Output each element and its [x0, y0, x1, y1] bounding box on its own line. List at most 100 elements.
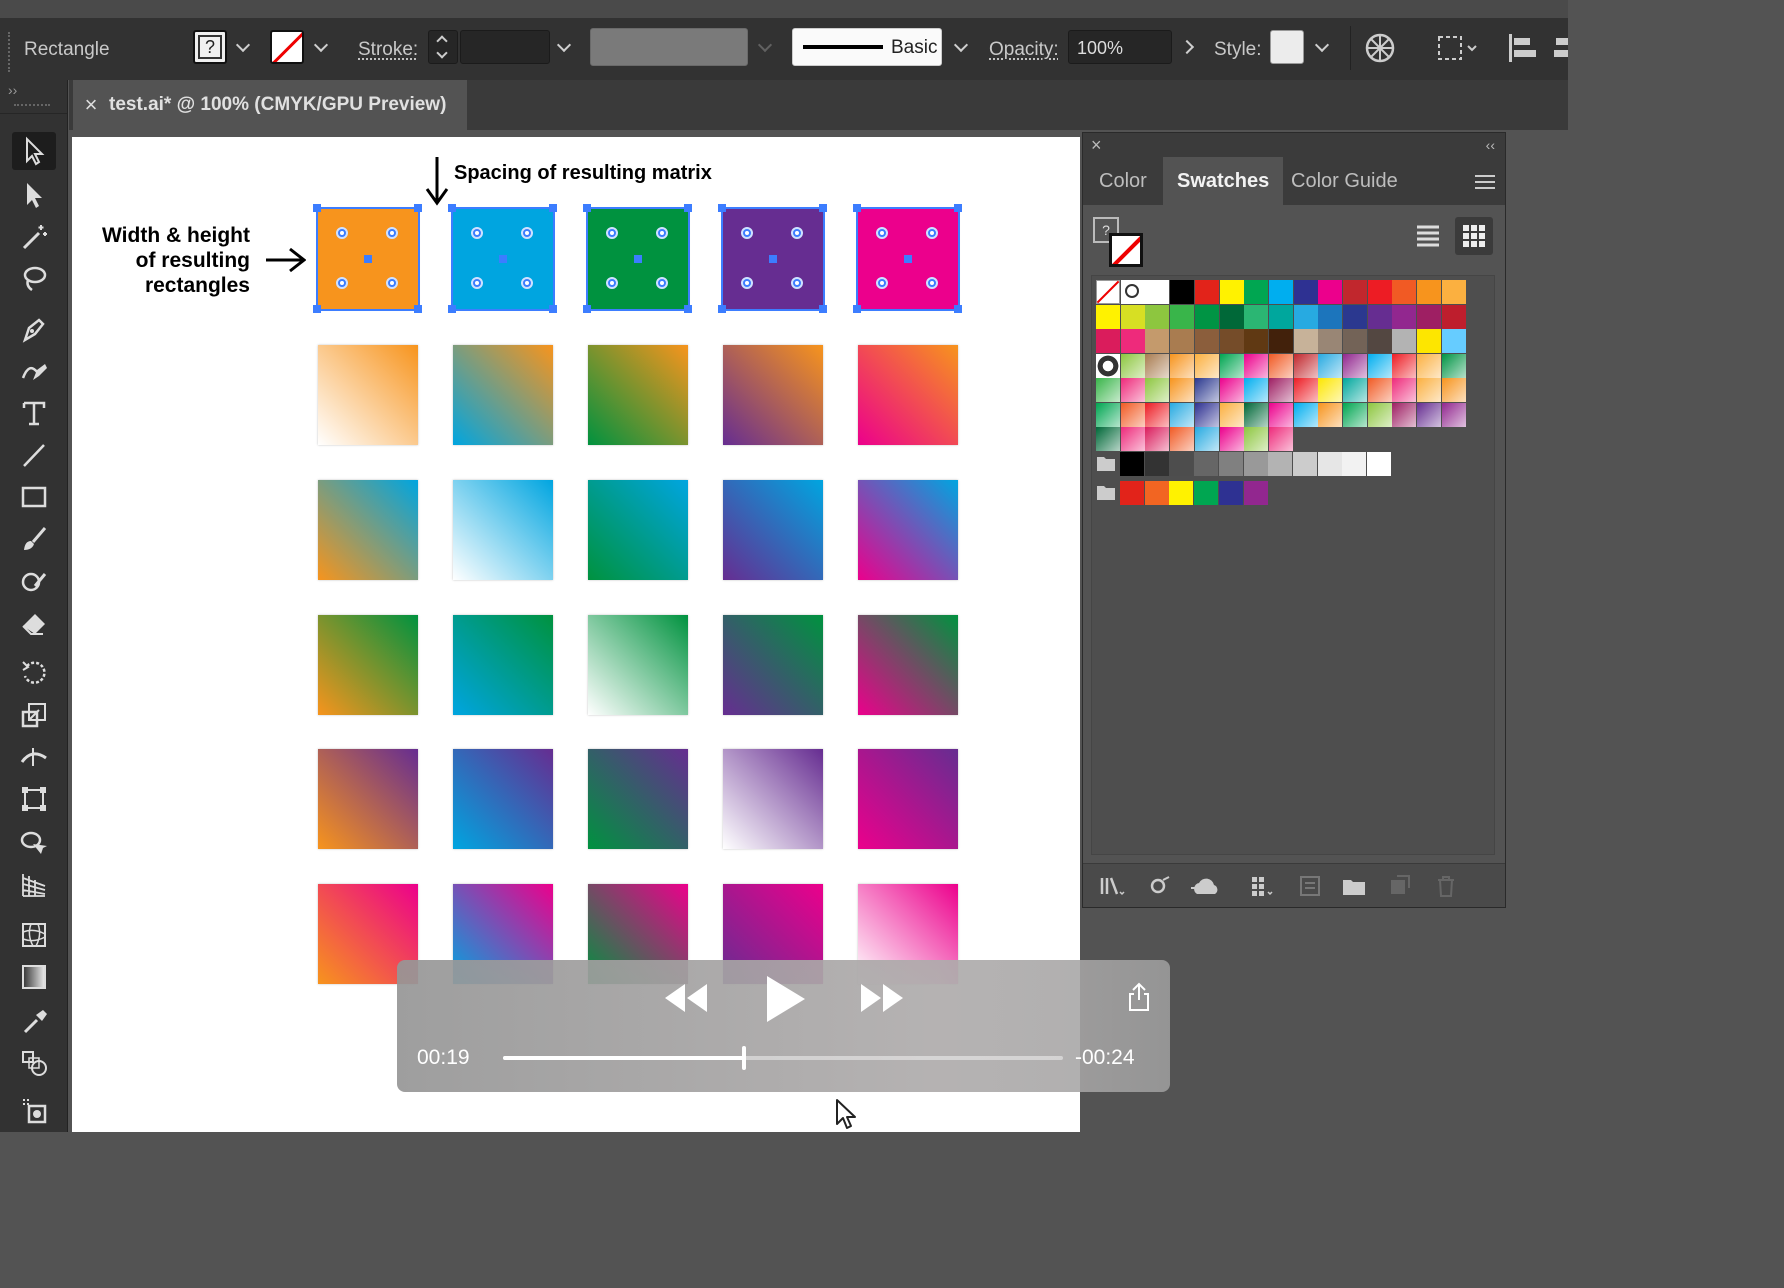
- swatch[interactable]: [1441, 378, 1466, 402]
- swatch[interactable]: [1145, 402, 1170, 427]
- swatch[interactable]: [1417, 280, 1442, 304]
- swatch[interactable]: [1268, 427, 1293, 451]
- transform-bounding-icon[interactable]: [1436, 32, 1480, 64]
- swatch-libraries-icon[interactable]: [1099, 874, 1125, 898]
- swatch[interactable]: [1244, 280, 1269, 304]
- mesh-tool[interactable]: [12, 916, 56, 954]
- rotate-tool[interactable]: [12, 654, 56, 692]
- swatch[interactable]: [1268, 452, 1293, 476]
- gradient-rectangle[interactable]: [588, 480, 688, 580]
- swatch[interactable]: [1318, 280, 1343, 304]
- gradient-rectangle[interactable]: [858, 749, 958, 849]
- swatch[interactable]: [1244, 353, 1269, 378]
- corner-widget[interactable]: [471, 277, 483, 289]
- swatch[interactable]: [1244, 427, 1269, 451]
- corner-widget[interactable]: [336, 277, 348, 289]
- scrubber-handle[interactable]: [741, 1046, 746, 1070]
- swatch[interactable]: [1096, 329, 1120, 353]
- corner-widget[interactable]: [336, 227, 348, 239]
- pen-tool[interactable]: [12, 310, 56, 348]
- width-tool[interactable]: [12, 738, 56, 776]
- swatch[interactable]: [1096, 304, 1120, 329]
- swatch[interactable]: [1317, 452, 1342, 476]
- swatch[interactable]: [1392, 280, 1417, 304]
- gradient-rectangle[interactable]: [318, 480, 418, 580]
- play-icon[interactable]: [763, 974, 807, 1024]
- swatch[interactable]: [1243, 452, 1268, 476]
- gradient-rectangle[interactable]: [453, 615, 553, 715]
- resize-handle[interactable]: [954, 305, 962, 313]
- swatch[interactable]: [1367, 353, 1392, 378]
- swatch[interactable]: [1244, 329, 1269, 353]
- corner-widget[interactable]: [926, 227, 938, 239]
- swatch[interactable]: [1096, 353, 1120, 378]
- gradient-rectangle[interactable]: [588, 615, 688, 715]
- corner-widget[interactable]: [386, 277, 398, 289]
- swatch[interactable]: [1194, 481, 1219, 505]
- swatch[interactable]: [1343, 329, 1367, 353]
- resize-handle[interactable]: [549, 204, 557, 212]
- eyedropper-tool[interactable]: [12, 1002, 56, 1040]
- swatch[interactable]: [1367, 402, 1392, 427]
- swatch[interactable]: [1293, 304, 1318, 329]
- new-folder-icon[interactable]: [1341, 874, 1367, 898]
- swatch[interactable]: [1219, 280, 1244, 304]
- swatch[interactable]: [1194, 353, 1219, 378]
- color-group-folder-icon[interactable]: [1096, 454, 1116, 472]
- swatch[interactable]: [1392, 304, 1417, 329]
- swatch[interactable]: [1145, 427, 1170, 451]
- control-bar-grip[interactable]: [8, 32, 12, 72]
- gradient-rectangle[interactable]: [588, 345, 688, 445]
- resize-handle[interactable]: [954, 204, 962, 212]
- new-color-group-icon[interactable]: [1297, 874, 1323, 898]
- swatch[interactable]: [1219, 304, 1244, 329]
- opacity-label[interactable]: Opacity:: [989, 40, 1059, 59]
- corner-widget[interactable]: [521, 227, 533, 239]
- selection-bounding-box[interactable]: [583, 204, 692, 313]
- swatch[interactable]: [1244, 378, 1269, 402]
- corner-widget[interactable]: [656, 277, 668, 289]
- close-panel-icon[interactable]: ×: [1091, 135, 1102, 156]
- swatch[interactable]: [1392, 402, 1417, 427]
- swatch[interactable]: [1219, 378, 1244, 402]
- resize-handle[interactable]: [313, 204, 321, 212]
- opacity-expand-icon[interactable]: [1182, 40, 1194, 52]
- symbol-sprayer-tool[interactable]: [12, 1092, 56, 1130]
- selection-bounding-box[interactable]: [448, 204, 557, 313]
- swatch[interactable]: [1169, 452, 1194, 476]
- swatch[interactable]: [1293, 280, 1318, 304]
- style-dropdown-icon[interactable]: [1315, 40, 1327, 52]
- resize-handle[interactable]: [583, 305, 591, 313]
- resize-handle[interactable]: [549, 305, 557, 313]
- swatch[interactable]: [1268, 280, 1293, 304]
- swatch[interactable]: [1293, 378, 1318, 402]
- swatch[interactable]: [1120, 378, 1145, 402]
- selection-bounding-box[interactable]: [853, 204, 962, 313]
- trash-icon[interactable]: [1433, 874, 1459, 898]
- swatch-options-icon[interactable]: [1249, 874, 1275, 898]
- lasso-tool[interactable]: [12, 260, 56, 298]
- gradient-rectangle[interactable]: [723, 345, 823, 445]
- profile-dropdown-icon[interactable]: [758, 40, 770, 52]
- swatch[interactable]: [1441, 280, 1466, 304]
- swatch[interactable]: [1367, 378, 1392, 402]
- swatch[interactable]: [1343, 280, 1367, 304]
- resize-handle[interactable]: [718, 204, 726, 212]
- rewind-icon[interactable]: [663, 980, 711, 1016]
- swatch[interactable]: [1170, 280, 1195, 304]
- corner-widget[interactable]: [521, 277, 533, 289]
- swatch[interactable]: [1268, 304, 1293, 329]
- swatch[interactable]: [1170, 353, 1195, 378]
- swatch[interactable]: [1367, 452, 1391, 476]
- swatch[interactable]: [1194, 402, 1219, 427]
- swatch[interactable]: [1244, 304, 1269, 329]
- gradient-rectangle[interactable]: [858, 345, 958, 445]
- swatch[interactable]: [1120, 280, 1145, 304]
- corner-widget[interactable]: [741, 277, 753, 289]
- resize-handle[interactable]: [819, 305, 827, 313]
- gradient-rectangle[interactable]: [453, 345, 553, 445]
- swatch[interactable]: [1318, 353, 1343, 378]
- swatch[interactable]: [1268, 329, 1293, 353]
- selected-rectangle[interactable]: [448, 204, 557, 313]
- swatch[interactable]: [1120, 402, 1145, 427]
